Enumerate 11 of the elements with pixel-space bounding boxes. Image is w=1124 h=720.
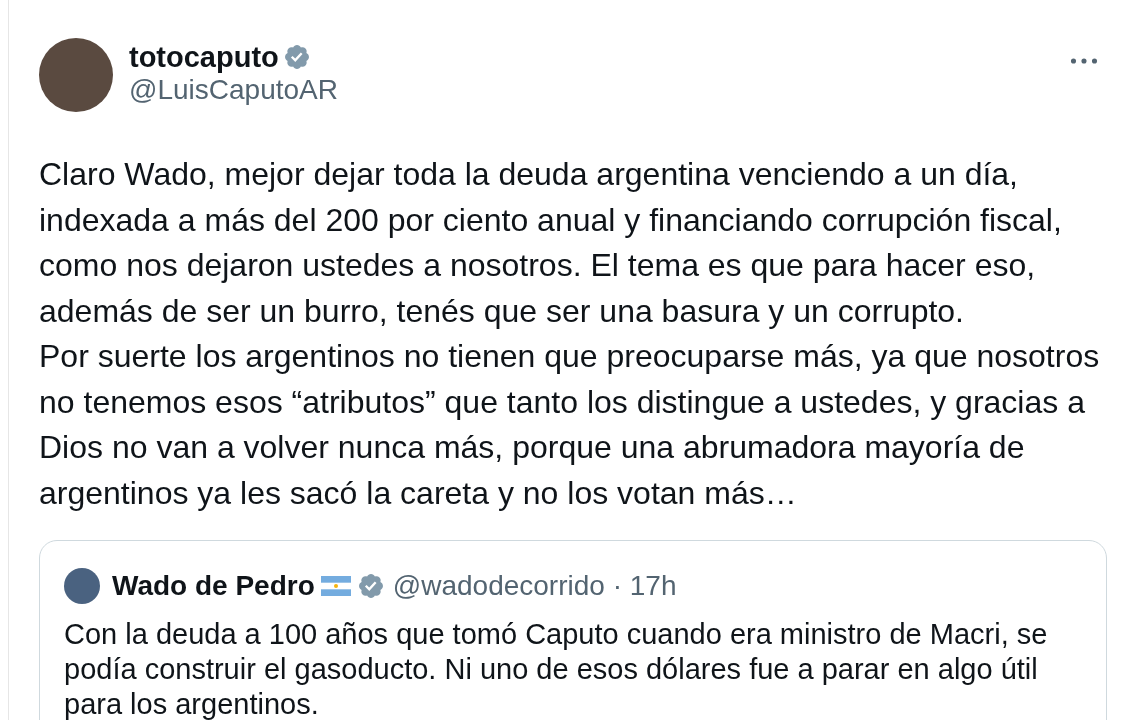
author-name[interactable]: totocaputo xyxy=(129,42,279,72)
author-handle[interactable]: @LuisCaputoAR xyxy=(129,72,1054,108)
quoted-text: Con la deuda a 100 años que tomó Caputo cuando era ministro de Macri, se podía construir el gasoducto. Ni uno de esos dólares fue a parar en algo útil para los argentinos. xyxy=(64,617,1049,720)
quoted-author-name: Wado de Pedro xyxy=(112,569,315,603)
more-icon[interactable] xyxy=(1070,56,1098,66)
flag-icon xyxy=(320,576,351,596)
tweet-text: Por suerte los argentinos no tienen que preocuparse más, ya que nosotros no tenemos esos “atributos” que tanto los distingue a ustedes, y gracias a Dios no van a volver nunca más, porque una abrumadora mayoría de argentinos ya les sacó la careta y no los votan más… xyxy=(39,337,1101,513)
tweet-text: Claro Wado, mejor dejar toda la deuda argentina venciendo a un día, indexada a más del 200 por ciento anual y financiando corrupción fiscal, como nos dejaron ustedes a nosotros. El tema es que para hacer eso, además de ser un burro, tenés que ser una basura y un corrupto. xyxy=(39,155,1063,331)
avatar xyxy=(64,568,100,604)
quoted-meta: @wadodecorrido · 17h xyxy=(392,569,677,603)
quoted-tweet-card[interactable] xyxy=(39,540,1107,720)
